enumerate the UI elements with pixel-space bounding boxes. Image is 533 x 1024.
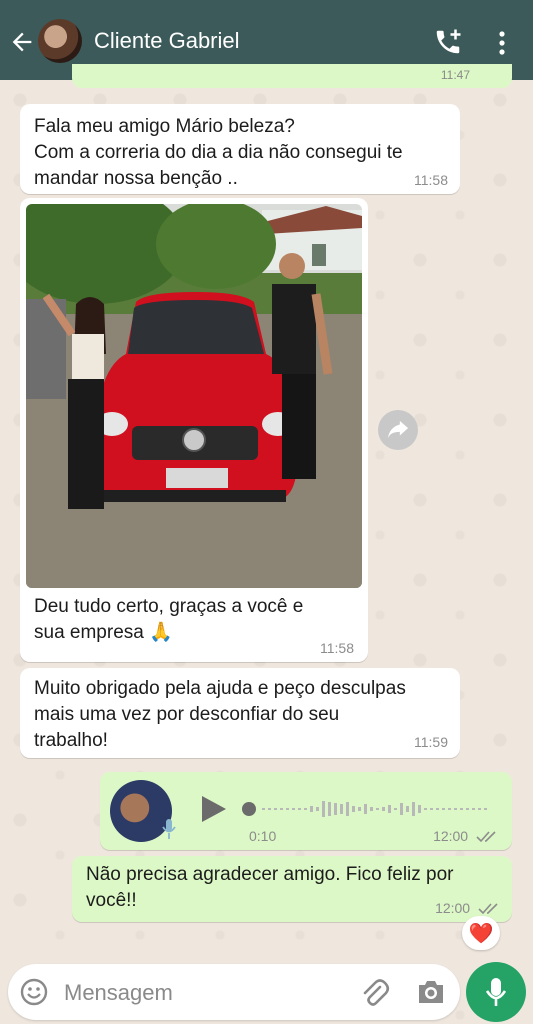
add-call-icon[interactable] bbox=[432, 27, 464, 57]
contact-name[interactable]: Cliente Gabriel bbox=[94, 28, 240, 54]
attach-icon[interactable] bbox=[360, 978, 390, 1008]
back-arrow-icon[interactable] bbox=[8, 28, 36, 56]
message-text: Muito obrigado pela ajuda e peço desculp… bbox=[34, 678, 406, 751]
message-time: 11:59 bbox=[414, 734, 448, 750]
emoji-icon[interactable] bbox=[20, 978, 48, 1006]
message-text: Não precisa agradecer amigo. Fico feliz … bbox=[86, 864, 454, 911]
message-time-text: 12:00 bbox=[433, 828, 469, 844]
message-time: 12:00 bbox=[435, 900, 500, 916]
message-time-text: 12:00 bbox=[435, 900, 471, 916]
message-time: 11:58 bbox=[414, 172, 448, 188]
read-ticks-icon bbox=[478, 903, 498, 915]
message-time: 11:47 bbox=[440, 68, 470, 82]
outgoing-message[interactable]: Não precisa agradecer amigo. Fico feliz … bbox=[72, 856, 512, 922]
more-vert-icon[interactable] bbox=[492, 30, 512, 56]
message-text: Fala meu amigo Mário beleza? Com a corre… bbox=[34, 116, 403, 189]
outgoing-voice-message[interactable]: 0:10 12:00 bbox=[100, 772, 512, 850]
play-icon[interactable] bbox=[200, 794, 228, 824]
voice-duration: 0:10 bbox=[249, 828, 277, 844]
mic-icon bbox=[485, 978, 507, 1006]
message-input[interactable]: Mensagem bbox=[64, 980, 173, 1006]
camera-icon[interactable] bbox=[416, 978, 446, 1006]
read-ticks-icon bbox=[476, 831, 496, 843]
forward-icon bbox=[387, 420, 409, 439]
previous-message-bubble[interactable]: 11:47 bbox=[72, 64, 512, 88]
message-time: 12:00 bbox=[433, 828, 498, 844]
mic-icon bbox=[162, 819, 176, 839]
message-composer[interactable]: Mensagem bbox=[8, 964, 460, 1020]
image-caption: Deu tudo certo, graças a você e sua empr… bbox=[34, 596, 304, 643]
message-time: 11:58 bbox=[320, 640, 354, 656]
forward-button[interactable] bbox=[378, 410, 418, 450]
reaction-badge[interactable]: ❤️ bbox=[462, 916, 500, 950]
incoming-image-message[interactable]: Deu tudo certo, graças a você e sua empr… bbox=[20, 198, 368, 662]
voice-waveform[interactable] bbox=[240, 798, 496, 820]
incoming-message[interactable]: Fala meu amigo Mário beleza? Com a corre… bbox=[20, 104, 460, 194]
photo-red-car-couple[interactable] bbox=[26, 204, 362, 588]
incoming-message[interactable]: Muito obrigado pela ajuda e peço desculp… bbox=[20, 668, 460, 758]
heart-reaction-icon: ❤️ bbox=[468, 922, 494, 945]
avatar[interactable] bbox=[38, 19, 82, 63]
record-voice-button[interactable] bbox=[466, 962, 526, 1022]
